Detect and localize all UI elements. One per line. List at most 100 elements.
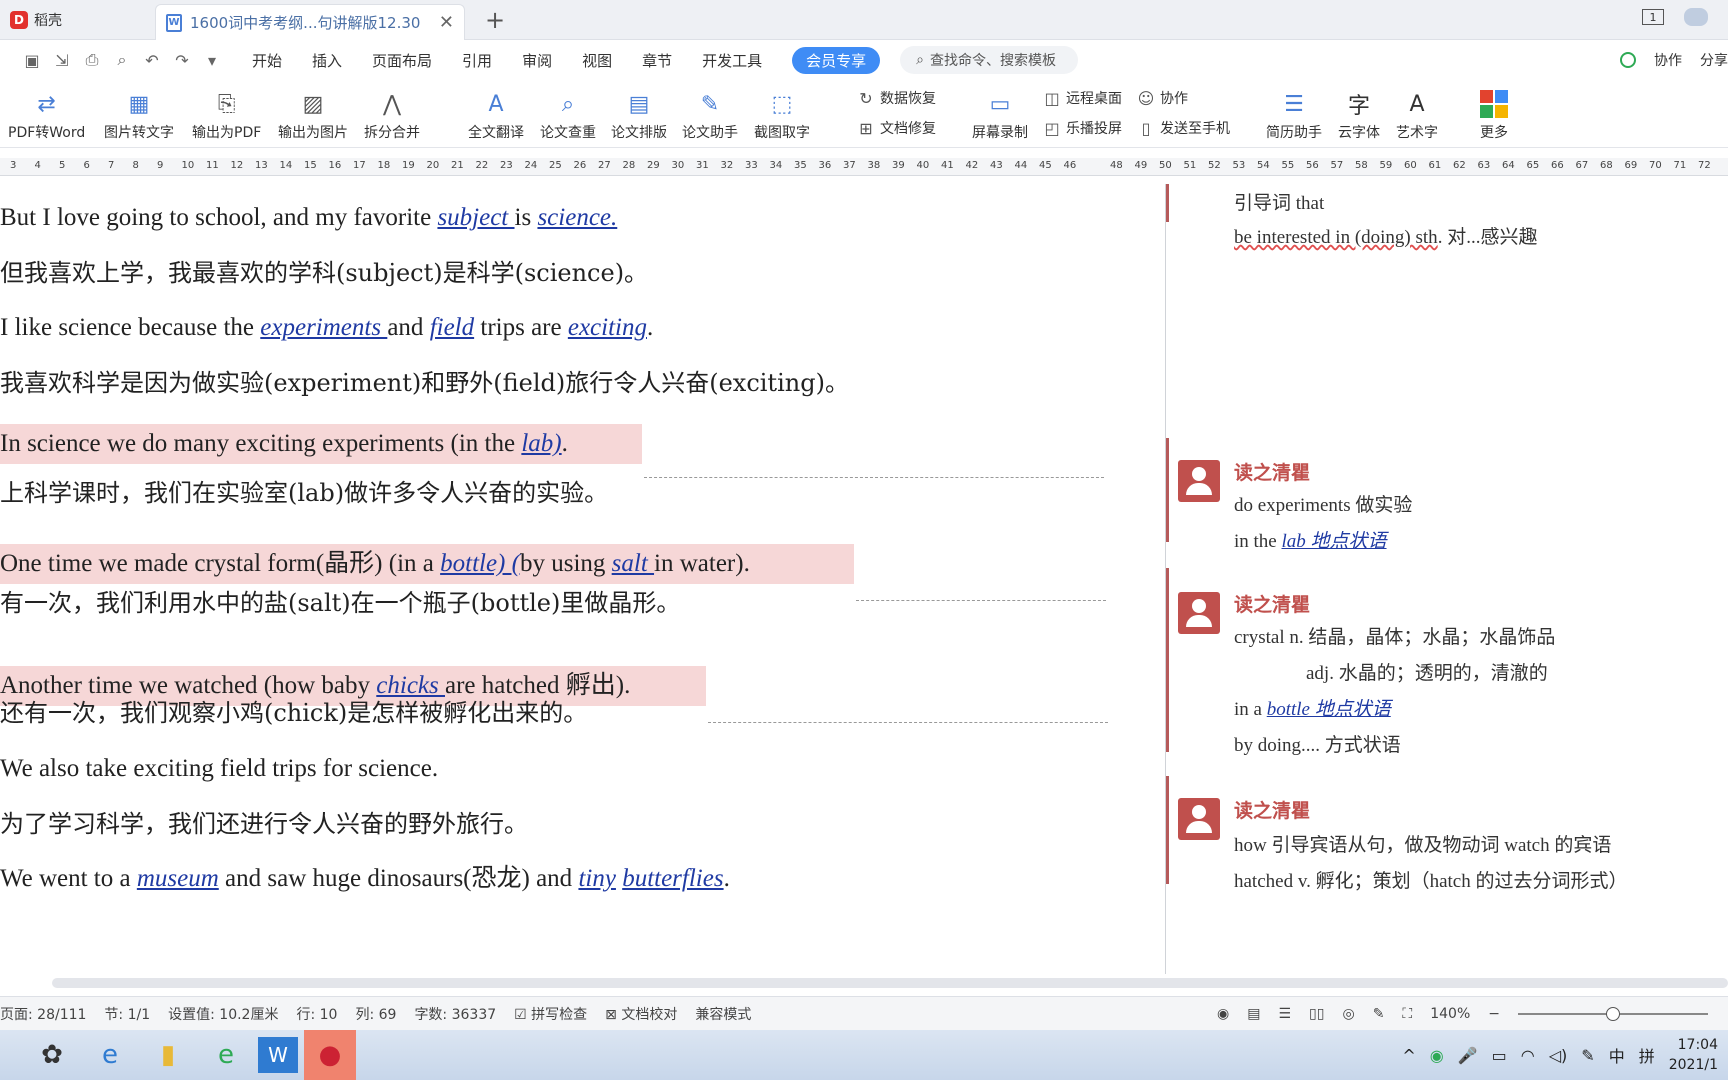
recorder-icon[interactable]: ● [304,1030,356,1080]
ruler-tick: 4 [34,160,41,171]
ie-browser-icon[interactable]: e [84,1030,136,1080]
ime-pinyin[interactable]: 拼 [1639,1043,1655,1067]
doc-repair-label: 文档修复 [880,121,936,137]
collaborate-button[interactable]: 协作 [1654,50,1682,70]
doc-line-7-highlighted[interactable]: One time we made crystal form(晶形) (in a … [0,544,854,584]
browser-green-icon[interactable]: e [200,1030,252,1080]
comment-bar-3 [1166,776,1169,884]
comment-author-2: 读之清瞿 [1234,594,1311,616]
menu-developer[interactable]: 开发工具 [702,50,762,71]
split-merge-button[interactable]: ⋀ 拆分合并 [364,86,420,142]
new-tab-button[interactable]: + [485,6,505,34]
window-count-badge[interactable]: 1 [1642,9,1664,25]
ime-chinese[interactable]: 中 [1609,1043,1625,1067]
tab-home[interactable]: D 稻壳 [0,0,155,40]
volume-icon[interactable]: ◁) [1549,1046,1568,1065]
print-icon[interactable]: ⎙ [82,50,102,70]
spell-check-button[interactable]: ☑ 拼写检查 [514,1004,587,1024]
export-pdf-label: 输出为PDF [192,125,262,141]
menu-chapter[interactable]: 章节 [642,50,672,71]
network-icon[interactable]: ◠ [1521,1046,1535,1065]
preview-icon[interactable]: ⌕ [112,50,132,70]
full-translate-button[interactable]: A 全文翻译 [468,86,524,142]
screen-record-button[interactable]: ▭ 屏幕录制 [972,86,1028,142]
clock[interactable]: 17:04 2021/1 [1669,1035,1718,1075]
paper-layout-button[interactable]: ▤ 论文排版 [611,86,667,142]
menu-vip[interactable]: 会员专享 [792,46,881,74]
resume-icon: ☰ [1284,91,1304,117]
pdf-to-word-button[interactable]: ⇄ PDF转Word [8,86,85,142]
horizontal-ruler[interactable]: 3 4 5 6 7 8 9 10 11 12 13 14 15 16 17 18 19 20 21 22 23 24 25 2… [0,158,1728,176]
menu-insert[interactable]: 插入 [312,50,342,71]
remote-desktop-button[interactable]: ◫ 远程桌面 [1042,88,1122,108]
eye-protection-icon[interactable]: ◉ [1217,1006,1229,1022]
tray-app-icon[interactable]: ◉ [1430,1046,1444,1065]
menu-view[interactable]: 视图 [582,50,612,71]
pen-icon[interactable]: ✎ [1581,1046,1594,1065]
microphone-icon[interactable]: 🎤 [1458,1046,1478,1065]
export-image-button[interactable]: ▨ 输出为图片 [278,86,348,142]
avatar [1178,460,1220,502]
comment-2-line-3: in a bottle 地点状语 [1234,699,1391,720]
doc-line-5-highlighted[interactable]: In science we do many exciting experimen… [0,424,642,464]
read-view-icon[interactable]: ▯▯ [1309,1006,1324,1022]
export-pdf-button[interactable]: ⎘ 输出为PDF [192,86,261,142]
save-icon[interactable]: ▣ [22,51,42,70]
status-word-count[interactable]: 字数: 36337 [414,1004,496,1024]
paper-assistant-button[interactable]: ✎ 论文助手 [682,86,738,142]
write-view-icon[interactable]: ✎ [1373,1006,1385,1022]
send-to-phone-button[interactable]: ▯ 发送至手机 [1136,118,1230,138]
outline-view-icon[interactable]: ☰ [1278,1006,1291,1022]
undo-icon[interactable]: ↶ [142,51,162,70]
web-view-icon[interactable]: ◎ [1342,1006,1354,1022]
data-recovery-button[interactable]: ↻ 数据恢复 [856,88,936,108]
document-page[interactable]: But I love going to school, and my favor… [0,184,1165,974]
zoom-out-icon[interactable]: − [1488,1006,1500,1022]
close-icon[interactable]: ✕ [439,12,454,33]
redo-icon[interactable]: ↷ [172,51,192,70]
remote-desktop-label: 远程桌面 [1066,91,1122,107]
page-view-icon[interactable]: ▤ [1247,1006,1260,1022]
tray-expand-icon[interactable]: ^ [1402,1046,1415,1065]
horizontal-scrollbar[interactable] [52,978,1728,988]
start-app-icon[interactable]: ✿ [26,1030,78,1080]
status-page[interactable]: 页面: 28/111 [0,1004,86,1024]
more-button[interactable]: 更多 [1476,86,1512,142]
command-search[interactable]: ⌕ 查找命令、搜索模板 [900,46,1079,74]
battery-icon[interactable]: ▭ [1492,1046,1507,1065]
pdf-to-word-icon: ⇄ [37,91,56,117]
avatar [1178,592,1220,634]
export-icon[interactable]: ⇲ [52,51,72,70]
cloud-font-button[interactable]: 字云字体 [1338,86,1380,142]
tab-document[interactable]: W 1600词中考考纲...句讲解版12.30 ✕ [155,4,465,40]
cast-screen-button[interactable]: ◰ 乐播投屏 [1042,118,1122,138]
collab-button[interactable]: ☺ 协作 [1136,88,1188,108]
fit-page-icon[interactable]: ⛶ [1402,1006,1412,1022]
image-to-text-label: 图片转文字 [104,125,174,141]
customize-icon[interactable]: ▾ [202,51,222,70]
zoom-level[interactable]: 140% [1430,1006,1470,1022]
doc-repair-button[interactable]: ⊞ 文档修复 [856,118,936,138]
sync-status-icon[interactable] [1620,52,1636,68]
wps-writer-icon[interactable]: W [258,1037,298,1073]
screenshot-ocr-button[interactable]: ⬚ 截图取字 [754,86,810,142]
share-button[interactable]: 分享 [1700,50,1728,70]
zoom-slider[interactable] [1518,1006,1708,1021]
art-text-button[interactable]: A 艺术字 [1396,86,1438,142]
resume-assistant-button[interactable]: ☰ 简历助手 [1266,86,1322,142]
cloud-avatar-icon[interactable] [1684,8,1708,26]
doc-line-13: We went to a museum and saw huge dinosau… [0,865,730,892]
status-bar: 页面: 28/111 节: 1/1 设置值: 10.2厘米 行: 10 列: 6… [0,996,1728,1030]
plagiarism-check-icon: ⌕ [561,91,575,117]
menu-layout[interactable]: 页面布局 [372,50,432,71]
doc-proof-button[interactable]: ⊠ 文档校对 [605,1004,677,1024]
image-to-text-button[interactable]: ▦ 图片转文字 [104,86,174,142]
menu-review[interactable]: 审阅 [522,50,552,71]
art-text-icon: A [1409,91,1425,117]
ruler-tick: 66 [1551,160,1564,171]
menu-references[interactable]: 引用 [462,50,492,71]
plagiarism-check-button[interactable]: ⌕ 论文查重 [540,86,596,142]
menu-start[interactable]: 开始 [252,50,282,71]
file-explorer-icon[interactable]: ▮ [142,1030,194,1080]
ruler-tick: 7 [108,160,115,171]
